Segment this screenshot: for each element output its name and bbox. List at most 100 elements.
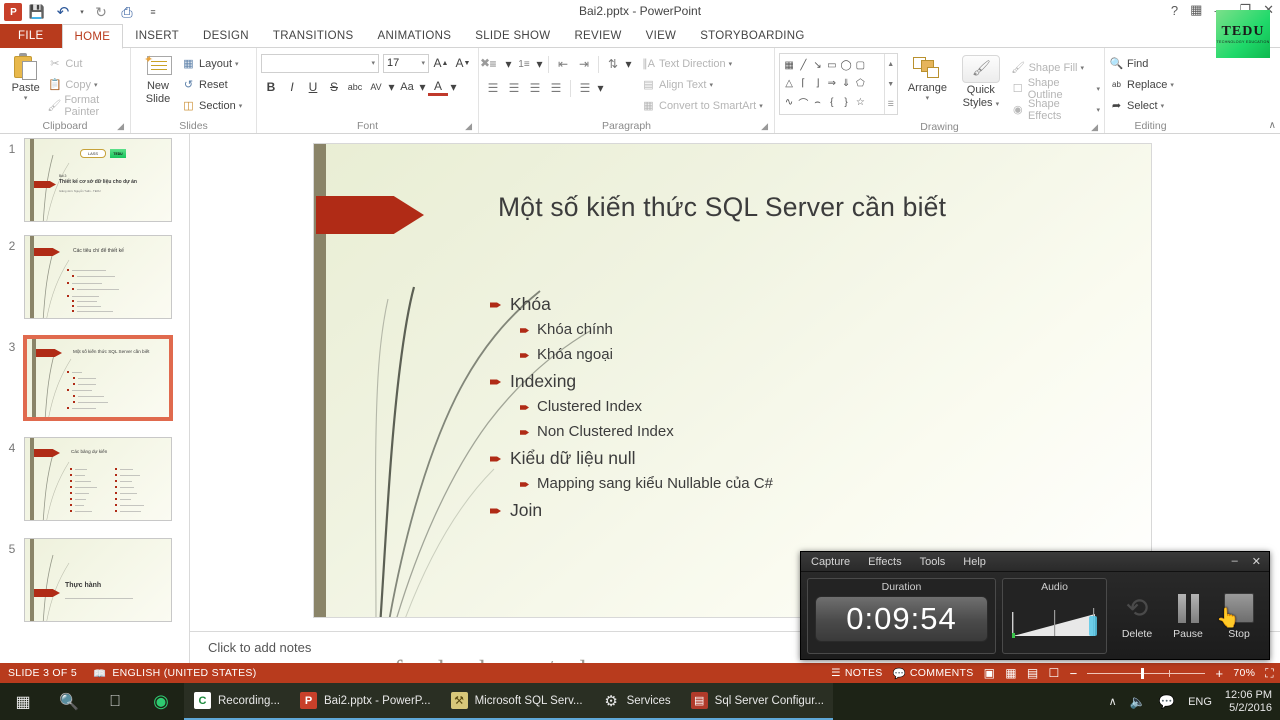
tab-slide-show[interactable]: SLIDE SHOW [463, 24, 562, 48]
paste-button[interactable]: Paste ▾ [4, 51, 47, 102]
font-name-combobox[interactable]: ▾ [261, 53, 379, 73]
bullet-item[interactable]: Kiểu dữ liệu null [490, 448, 1110, 468]
slide-counter[interactable]: SLIDE 3 OF 5 [0, 667, 85, 679]
language-indicator[interactable]: ENG [1188, 696, 1212, 708]
bullet-item[interactable]: Khóa ngoại [520, 346, 1110, 364]
shape-line-icon[interactable]: ╱ [796, 56, 810, 75]
new-slide-button[interactable]: ✦ New Slide [135, 51, 181, 105]
slide-body-placeholder[interactable]: Khóa Khóa chính Khóa ngoại Indexing Clus… [490, 294, 1110, 527]
text-direction-button[interactable]: ∥A Text Direction ▾ [641, 53, 763, 74]
bullet-item[interactable]: Indexing [490, 371, 1110, 391]
recorder-close-icon[interactable]: ✕ [1252, 555, 1261, 568]
thumbnail-preview-1[interactable]: LASS TEDU Bài 2: Thiết kế cơ sở dữ liệu … [24, 138, 172, 222]
replace-button[interactable]: ab Replace ▾ [1109, 74, 1174, 95]
shape-arrow-icon[interactable]: ↘ [810, 56, 824, 75]
recorder-menu-tools[interactable]: Tools [920, 556, 946, 568]
reset-button[interactable]: ↺ Reset [181, 74, 242, 95]
bullet-item[interactable]: Clustered Index [520, 398, 1110, 416]
font-size-dropdown-icon[interactable]: ▾ [421, 59, 425, 67]
layout-dropdown-icon[interactable]: ▾ [235, 60, 239, 68]
smartart-dropdown-icon[interactable]: ▾ [759, 102, 763, 110]
align-center-button[interactable]: ☰ [504, 78, 524, 98]
font-color-dropdown-icon[interactable]: ▾ [449, 77, 458, 97]
shape-left-brace-icon[interactable]: { [825, 93, 839, 112]
shape-rectangle-icon[interactable]: ▭ [825, 56, 839, 75]
windows-start-icon[interactable]: ▦ [0, 683, 46, 720]
delete-button[interactable]: ⟲ Delete [1113, 588, 1161, 641]
tab-storyboarding[interactable]: STORYBOARDING [688, 24, 816, 48]
change-case-button[interactable]: Aa [397, 77, 417, 97]
paragraph-dialog-launcher[interactable]: ◢ [761, 119, 768, 133]
shape-oval-icon[interactable]: ◯ [839, 56, 853, 75]
bullets-dropdown-icon[interactable]: ▾ [504, 54, 513, 74]
numbering-button[interactable]: 1≡ [514, 54, 534, 74]
language-status[interactable]: 📖 ENGLISH (UNITED STATES) [85, 667, 265, 680]
select-button[interactable]: ➦ Select ▾ [1109, 95, 1174, 116]
shape-fill-dropdown-icon[interactable]: ▾ [1081, 64, 1085, 72]
action-center-icon[interactable]: 💬 [1159, 694, 1175, 710]
character-spacing-dropdown-icon[interactable]: ▾ [387, 77, 396, 97]
shrink-font-button[interactable]: A ▼ [453, 53, 473, 73]
shape-arc2-icon[interactable]: ⌢ [810, 93, 824, 112]
shape-outline-dropdown-icon[interactable]: ▾ [1096, 85, 1100, 93]
current-slide[interactable]: Một số kiến thức SQL Server cần biết Khó… [314, 144, 1151, 617]
tab-file[interactable]: FILE [0, 24, 62, 48]
font-size-combobox[interactable]: 17 ▾ [383, 53, 429, 73]
bold-button[interactable]: B [261, 77, 281, 97]
shape-right-brace-icon[interactable]: } [839, 93, 853, 112]
gallery-more-icon[interactable]: ☰ [885, 94, 897, 114]
arrange-dropdown-icon[interactable]: ▾ [926, 94, 930, 102]
clock[interactable]: 12:06 PM 5/2/2016 [1225, 689, 1272, 715]
bullet-item[interactable]: Khóa [490, 294, 1110, 314]
shape-elbow-arrow-icon[interactable]: ⌋ [810, 75, 824, 94]
shapes-gallery[interactable]: ▦ ╱ ↘ ▭ ◯ ▢ △ ⌈ ⌋ ⇒ ⇓ ⬠ ∿ ⌒ ⌢ {} ☆ ▲ ▼ … [779, 53, 898, 115]
tab-review[interactable]: REVIEW [562, 24, 633, 48]
numbering-dropdown-icon[interactable]: ▾ [535, 54, 544, 74]
bullet-item[interactable]: Join [490, 500, 1110, 520]
audio-level-meter[interactable] [1009, 598, 1100, 642]
thumbnail-slide-2[interactable]: 2 Các tiêu chí để thiết kế [0, 235, 189, 336]
layout-button[interactable]: ▦ Layout ▾ [181, 53, 242, 74]
slide-title[interactable]: Một số kiến thức SQL Server cần biết [498, 192, 1118, 223]
thumbnail-preview-5[interactable]: Thực hành [24, 538, 172, 622]
shape-down-arrow-icon[interactable]: ⇓ [839, 75, 853, 94]
tab-design[interactable]: DESIGN [191, 24, 261, 48]
arrange-button[interactable]: Arrange ▾ [904, 53, 951, 102]
paste-dropdown-icon[interactable]: ▾ [24, 94, 28, 102]
recorder-menu-help[interactable]: Help [963, 556, 986, 568]
shapes-grid[interactable]: ▦ ╱ ↘ ▭ ◯ ▢ △ ⌈ ⌋ ⇒ ⇓ ⬠ ∿ ⌒ ⌢ {} ☆ [780, 54, 884, 114]
copy-button[interactable]: 📋 Copy ▾ [47, 74, 126, 95]
shape-triangle-icon[interactable]: △ [782, 75, 796, 94]
fit-to-window-icon[interactable]: ⛶ [1265, 666, 1274, 681]
tab-home[interactable]: HOME [61, 24, 124, 49]
font-color-button[interactable]: A [428, 79, 448, 96]
camtasia-recorder-panel[interactable]: Capture Effects Tools Help – ✕ Duration … [800, 551, 1270, 660]
zoom-slider[interactable] [1087, 667, 1206, 679]
tab-animations[interactable]: ANIMATIONS [366, 24, 464, 48]
replace-dropdown-icon[interactable]: ▾ [1170, 81, 1174, 89]
shape-right-arrow-icon[interactable]: ⇒ [825, 75, 839, 94]
text-direction-dropdown-icon[interactable]: ▾ [729, 60, 733, 68]
volume-icon[interactable]: 🔈 [1130, 694, 1146, 710]
thumbnail-preview-2[interactable]: Các tiêu chí để thiết kế [24, 235, 172, 319]
tab-transitions[interactable]: TRANSITIONS [261, 24, 366, 48]
thumbnail-preview-3[interactable]: Một số kiến thức SQL Server cần biết [23, 335, 173, 421]
comments-button[interactable]: 💬 COMMENTS [893, 667, 974, 680]
select-dropdown-icon[interactable]: ▾ [1161, 102, 1165, 110]
thumbnail-slide-1[interactable]: 1 LASS TEDU Bài 2: Thiết kế cơ sở dữ liệ… [0, 134, 189, 235]
increase-indent-button[interactable]: ⇥ [574, 54, 594, 74]
slide-sorter-icon[interactable]: ▦ [1005, 666, 1017, 680]
taskbar-item-sqlconfig[interactable]: ▤ Sql Server Configur... [680, 683, 833, 720]
shape-curve-icon[interactable]: ∿ [782, 93, 796, 112]
copy-dropdown-icon[interactable]: ▾ [94, 81, 98, 89]
columns-dropdown-icon[interactable]: ▾ [596, 78, 605, 98]
line-spacing-button[interactable]: ⇅ [603, 54, 623, 74]
bullet-item[interactable]: Mapping sang kiểu Nullable của C# [520, 475, 1110, 493]
align-text-dropdown-icon[interactable]: ▾ [710, 81, 714, 89]
gallery-scroll-up-icon[interactable]: ▲ [885, 54, 897, 74]
taskbar-item-powerpoint[interactable]: P Bai2.pptx - PowerP... [290, 683, 441, 720]
reading-view-icon[interactable]: ▤ [1027, 666, 1039, 680]
text-shadow-button[interactable]: S [324, 77, 344, 97]
character-spacing-button[interactable]: AV [366, 77, 386, 97]
recorder-menu-effects[interactable]: Effects [868, 556, 901, 568]
